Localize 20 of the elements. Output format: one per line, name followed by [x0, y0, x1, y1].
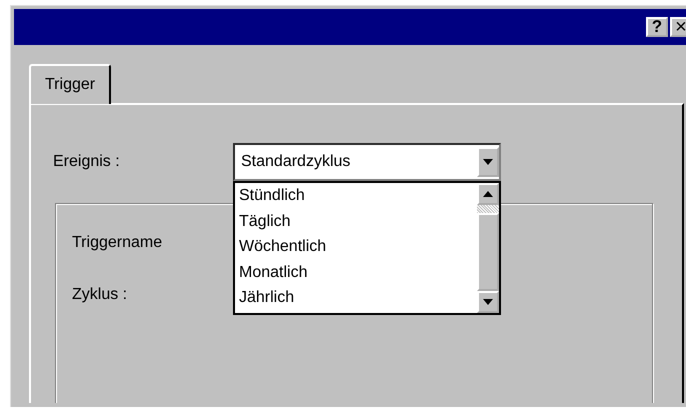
scrollbar[interactable]	[477, 183, 499, 313]
event-label: Ereignis :	[53, 153, 121, 171]
dropdown-option[interactable]: Wöchentlich	[239, 234, 477, 260]
dropdown-option[interactable]: Täglich	[239, 208, 477, 234]
dropdown-option[interactable]: Jährlich	[239, 285, 477, 310]
dropdown-option[interactable]: Monatlich	[239, 260, 477, 285]
help-button[interactable]: ?	[646, 17, 668, 37]
close-button[interactable]: ×	[670, 17, 686, 37]
down-arrow-icon	[483, 299, 493, 305]
dropdown-button[interactable]	[477, 147, 499, 177]
scroll-up-button[interactable]	[477, 183, 499, 205]
caret-icon	[483, 159, 493, 165]
scroll-thumb[interactable]	[477, 213, 499, 291]
field-label: Zyklus :	[72, 286, 128, 304]
up-arrow-icon	[483, 191, 493, 197]
field-label: Triggername	[72, 234, 162, 252]
scroll-down-button[interactable]	[477, 291, 499, 313]
event-dropdown[interactable]: Standardzyklus	[233, 143, 501, 181]
tab[interactable]: Trigger	[29, 64, 112, 104]
dropdown-option[interactable]: Stündlich	[239, 183, 477, 208]
